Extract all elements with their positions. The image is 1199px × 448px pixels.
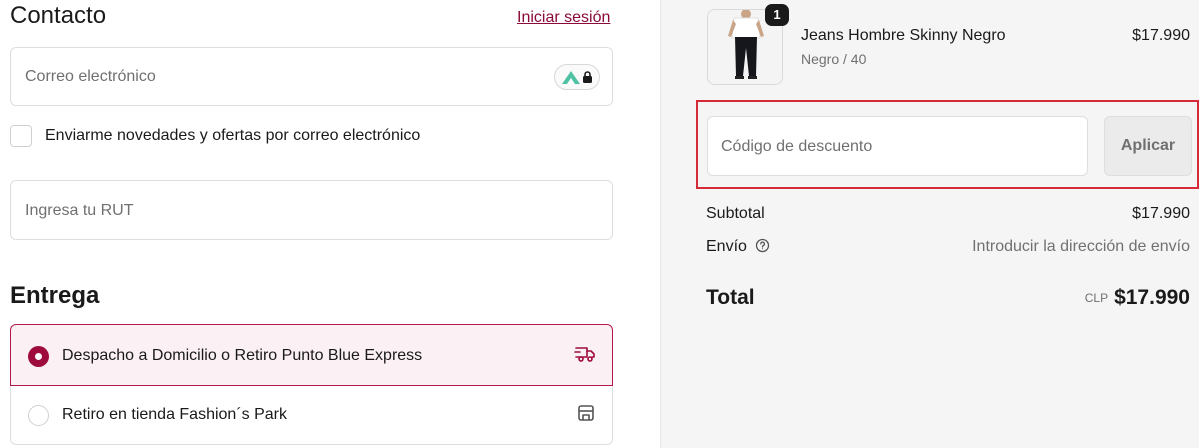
currency-code: CLP — [1084, 291, 1109, 305]
delivery-option-store[interactable]: Retiro en tienda Fashion´s Park — [10, 386, 613, 445]
newsletter-checkbox[interactable] — [10, 125, 32, 147]
delivery-option-label: Retiro en tienda Fashion´s Park — [62, 406, 287, 423]
order-summary: 1 Jeans Hombre Skinny Negro Negro / 40 $… — [660, 0, 1199, 448]
checkout-form: Contacto Iniciar sesión Correo electróni… — [0, 0, 660, 448]
delivery-option-label: Despacho a Domicilio o Retiro Punto Blue… — [62, 347, 423, 364]
product-variant: Negro / 40 — [801, 51, 867, 67]
login-link[interactable]: Iniciar sesión — [517, 9, 610, 27]
password-manager-badge[interactable] — [554, 64, 600, 90]
discount-code-input[interactable]: Código de descuento — [707, 116, 1088, 176]
delivery-option-home[interactable]: Despacho a Domicilio o Retiro Punto Blue… — [10, 324, 613, 386]
help-icon[interactable] — [755, 238, 770, 253]
rut-placeholder: Ingresa tu RUT — [25, 202, 134, 219]
shipping-label-row: Envío — [706, 238, 770, 256]
total-value: $17.990 — [1114, 286, 1190, 309]
store-icon — [578, 405, 594, 421]
newsletter-label: Enviarme novedades y ofertas por correo … — [45, 127, 421, 144]
mountain-icon — [562, 71, 580, 84]
email-placeholder: Correo electrónico — [25, 68, 156, 85]
discount-section: Código de descuento Aplicar — [696, 100, 1199, 189]
rut-field[interactable]: Ingresa tu RUT — [10, 180, 613, 240]
total-label: Total — [706, 286, 755, 309]
shipping-label: Envío — [706, 238, 747, 255]
product-name: Jeans Hombre Skinny Negro — [801, 27, 1006, 44]
contact-heading: Contacto — [10, 2, 107, 29]
product-price: $17.990 — [1132, 27, 1190, 44]
lock-icon — [583, 71, 592, 83]
total-row-value: CLP $17.990 — [1085, 286, 1190, 310]
shipping-value: Introducir la dirección de envío — [972, 238, 1190, 255]
subtotal-label: Subtotal — [706, 205, 765, 222]
subtotal-value: $17.990 — [1132, 205, 1190, 222]
radio-selected[interactable] — [28, 346, 49, 367]
apply-discount-button[interactable]: Aplicar — [1104, 116, 1192, 176]
truck-icon — [574, 347, 595, 362]
quantity-badge: 1 — [765, 4, 789, 26]
delivery-heading: Entrega — [10, 282, 100, 309]
email-field[interactable]: Correo electrónico — [10, 47, 613, 106]
radio-unselected[interactable] — [28, 405, 49, 426]
discount-placeholder: Código de descuento — [721, 138, 873, 155]
